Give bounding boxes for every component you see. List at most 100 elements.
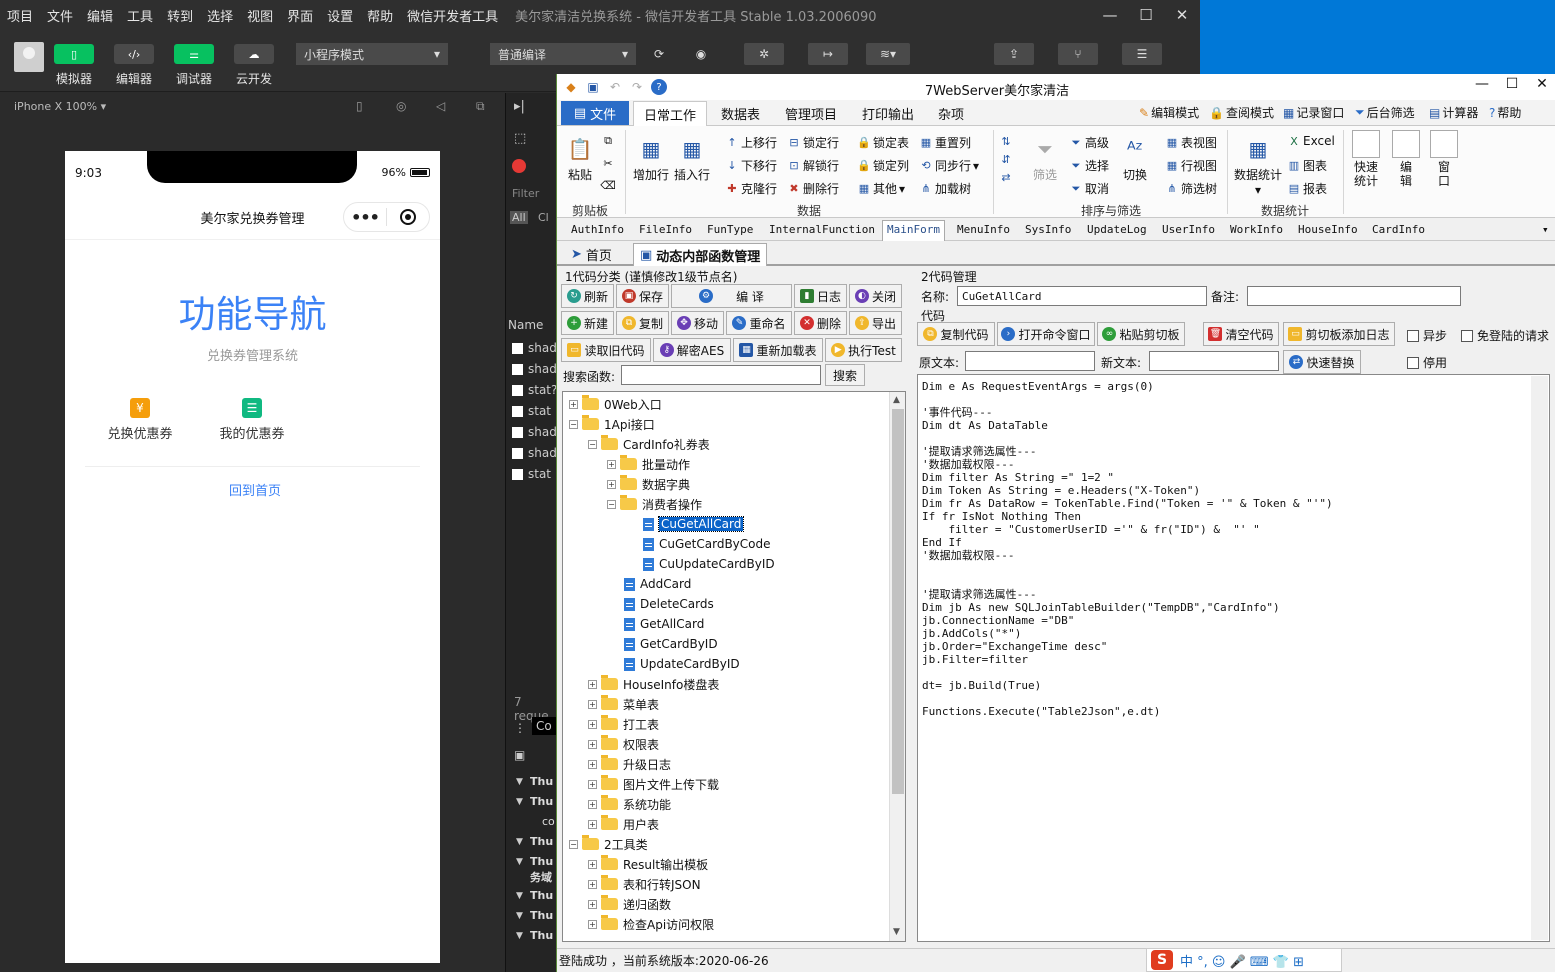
tab-sysinfo[interactable]: SysInfo <box>1025 223 1071 236</box>
inspect-icon[interactable]: ⬚ <box>514 131 526 146</box>
log-row[interactable]: Thu <box>530 775 553 788</box>
tab-home[interactable]: ➤ 首页 <box>571 245 612 264</box>
ime-toolbar[interactable]: S 中 °, ☺ 🎤 ⌨ 👕 ⊞ <box>1146 948 1342 972</box>
scroll-down-icon[interactable]: ▼ <box>893 927 900 937</box>
tab-daily-work[interactable]: 日常工作 <box>633 101 708 127</box>
sort-buttons[interactable]: ⇅ ⇵ ⇄ <box>999 134 1013 184</box>
row-checkbox[interactable] <box>512 343 523 354</box>
log-row[interactable]: Thu <box>530 909 553 922</box>
maximize-button[interactable]: ☐ <box>1128 0 1164 30</box>
tab-internalfunction[interactable]: InternalFunction <box>769 223 875 236</box>
save-button[interactable]: ▣ 保存 <box>616 284 669 308</box>
expand-icon[interactable]: + <box>588 899 597 909</box>
tree-folder-node[interactable]: +0Web入口 <box>569 394 662 414</box>
tree-folder-node[interactable]: + 数据字典 <box>607 474 690 494</box>
row-checkbox[interactable] <box>512 448 523 459</box>
row-view-button[interactable]: ▦ 行视图 <box>1165 157 1217 174</box>
tree-function-node[interactable]: AddCard <box>607 574 691 594</box>
cancel-filter-button[interactable]: ⏷ 取消 <box>1069 180 1109 197</box>
clipboard-log-button[interactable]: ▭ 剪切板添加日志 <box>1283 322 1395 346</box>
record-icon[interactable] <box>512 159 526 173</box>
row-checkbox[interactable] <box>512 385 523 396</box>
triangle-icon[interactable]: ▼ <box>516 891 523 901</box>
tab-dynamic-functions[interactable]: ▣ 动态内部函数管理 <box>633 243 768 266</box>
edit-button[interactable]: 编辑 <box>1391 130 1421 188</box>
menu-file[interactable]: 文件 <box>40 6 80 25</box>
expand-icon[interactable]: + <box>588 819 597 829</box>
expand-icon[interactable]: + <box>569 399 578 409</box>
triangle-icon[interactable]: ▼ <box>516 777 523 787</box>
load-tree-button[interactable]: ⋔ 加载树 <box>919 180 971 197</box>
tab-authinfo[interactable]: AuthInfo <box>571 223 624 236</box>
read-old-code-button[interactable]: ▭ 读取旧代码 <box>561 338 651 362</box>
tab-misc[interactable]: 杂项 <box>938 104 964 123</box>
editor-toggle-button[interactable]: ‹/› <box>114 44 154 64</box>
row-checkbox[interactable] <box>512 406 523 417</box>
open-cmd-button[interactable]: › 打开命令窗口 <box>997 322 1095 346</box>
close-button[interactable]: ✕ <box>1164 0 1200 30</box>
menu-view[interactable]: 视图 <box>240 6 280 25</box>
format-button[interactable]: ⌫ <box>600 178 616 192</box>
code-scrollbar[interactable] <box>1531 376 1548 940</box>
rename-button[interactable]: ✎ 重命名 <box>726 311 792 335</box>
tree-folder-node[interactable]: − 消费者操作 <box>607 494 702 514</box>
add-row-button[interactable]: ▦ 增加行 <box>631 134 671 183</box>
preview-button[interactable]: ◉ <box>682 43 720 65</box>
version-button[interactable]: ⑂ <box>1058 43 1098 65</box>
minimize-button[interactable]: — <box>1467 76 1497 98</box>
refresh-compile-button[interactable]: ⟳ <box>640 43 678 65</box>
expand-icon[interactable]: + <box>588 679 597 689</box>
compile-select[interactable]: 普通编译 ▾ <box>490 43 636 65</box>
tree-function-node[interactable]: CuGetCardByCode <box>626 534 771 554</box>
tab-print-output[interactable]: 打印输出 <box>862 104 914 123</box>
tree-function-node[interactable]: UpdateCardByID <box>607 654 740 674</box>
move-down-button[interactable]: ↓ 下移行 <box>725 157 777 174</box>
expand-icon[interactable]: + <box>588 919 597 929</box>
maximize-button[interactable]: ☐ <box>1497 76 1527 98</box>
tree-folder-node[interactable]: + 系统功能 <box>588 794 671 814</box>
tree-function-node[interactable]: GetCardByID <box>607 634 718 654</box>
tab-houseinfo[interactable]: HouseInfo <box>1298 223 1358 236</box>
request-row[interactable]: stat <box>528 404 551 418</box>
expand-icon[interactable]: + <box>588 719 597 729</box>
exec-test-button[interactable]: ▶ 执行Test <box>825 338 902 362</box>
disable-checkbox[interactable]: 停用 <box>1407 354 1447 371</box>
tree-folder-node[interactable]: + 递归函数 <box>588 894 671 914</box>
tree-function-node[interactable]: DeleteCards <box>607 594 714 614</box>
insert-row-button[interactable]: ▦ 插入行 <box>671 134 713 183</box>
calculator-button[interactable]: ▤ 计算器 <box>1429 104 1478 121</box>
tree-folder-node[interactable]: + 菜单表 <box>588 694 659 714</box>
remark-input[interactable] <box>1247 286 1461 306</box>
report-button[interactable]: ▤ 报表 <box>1287 180 1327 197</box>
reload-table-button[interactable]: ▦ 重新加载表 <box>733 338 823 362</box>
request-row[interactable]: stat <box>528 467 551 481</box>
sync-row-button[interactable]: ⟲ 同步行 ▾ <box>919 157 979 174</box>
log-row[interactable]: Thu <box>530 855 553 868</box>
row-checkbox[interactable] <box>512 469 523 480</box>
menu-tools[interactable]: 工具 <box>120 6 160 25</box>
no-login-checkbox[interactable]: 免登陆的请求 <box>1461 327 1549 344</box>
other-button[interactable]: ▦ 其他 ▾ <box>857 180 905 197</box>
filter-clear[interactable]: Cl <box>538 211 549 224</box>
window-button[interactable]: 窗口 <box>1429 130 1459 188</box>
data-stats-button[interactable]: ▦ 数据统计 ▾ <box>1233 134 1283 197</box>
tab-file[interactable]: ▤ 文件 <box>561 101 629 125</box>
filter-all[interactable]: All <box>510 211 528 224</box>
menu-settings[interactable]: 设置 <box>320 6 360 25</box>
filter-button[interactable]: ⏷ 筛选 <box>1027 134 1063 183</box>
window-icon[interactable]: ⧉ <box>476 99 490 113</box>
search-button[interactable]: 搜索 <box>825 364 865 386</box>
request-row[interactable]: stat? <box>528 383 557 397</box>
triangle-icon[interactable]: ▼ <box>516 931 523 941</box>
close-panel-button[interactable]: ◐ 关闭 <box>849 284 902 308</box>
menu-goto[interactable]: 转到 <box>160 6 200 25</box>
row-checkbox[interactable] <box>512 364 523 375</box>
triangle-icon[interactable]: ▼ <box>516 911 523 921</box>
chart-button[interactable]: ▥ 图表 <box>1287 157 1327 174</box>
device-select[interactable]: iPhone X 100% ▾ <box>14 100 106 113</box>
sound-icon[interactable]: ◁ <box>436 99 450 113</box>
log-row[interactable]: 务域 <box>530 869 552 885</box>
backend-filter-button[interactable]: ⏷ 后台筛选 <box>1355 104 1415 121</box>
tree-scrollbar[interactable]: ▲ ▼ <box>889 392 905 941</box>
tree-folder-node[interactable]: + 打工表 <box>588 714 659 734</box>
